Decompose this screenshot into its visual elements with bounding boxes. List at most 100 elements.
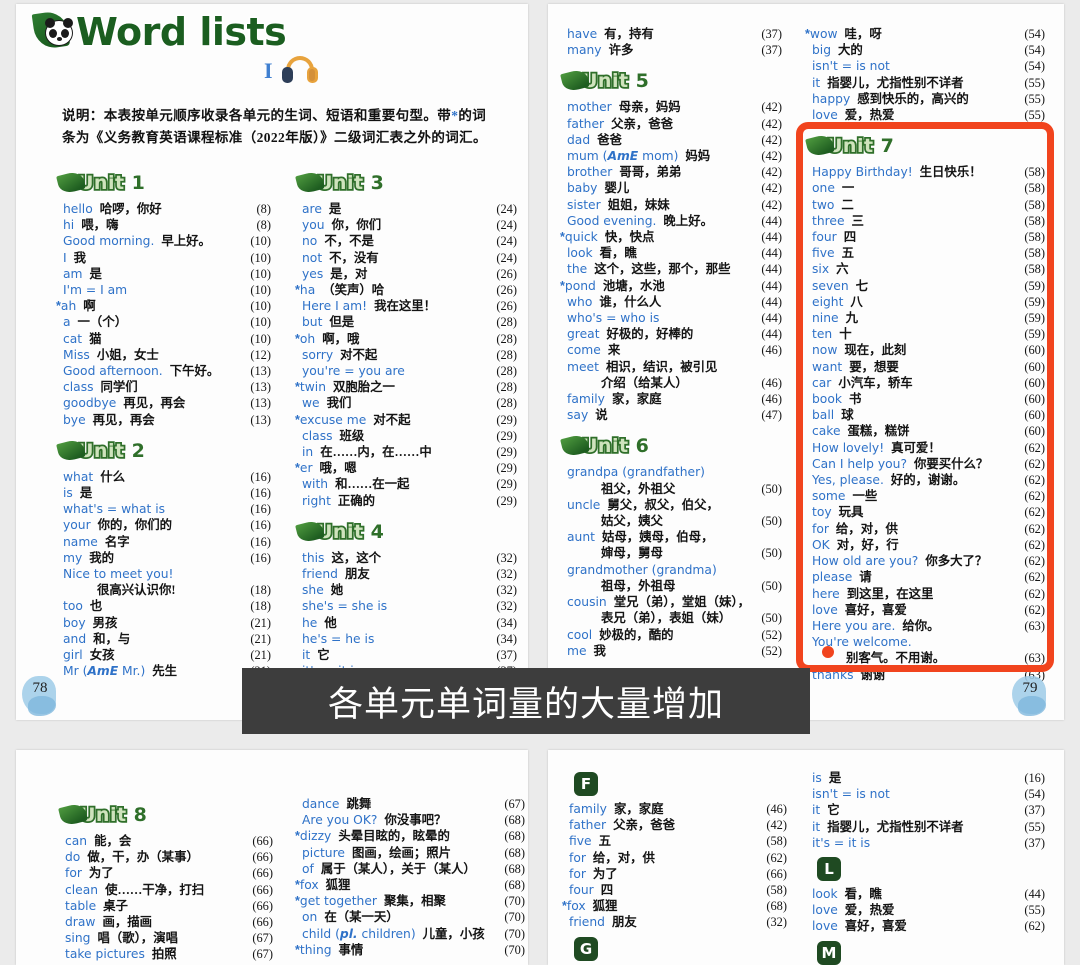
word-chinese: 婴儿 bbox=[604, 181, 630, 196]
asterisk-marker bbox=[805, 213, 812, 229]
word-chinese: 七 bbox=[855, 278, 868, 293]
word-entry: he 他 (34) bbox=[295, 615, 517, 631]
column-unit7: * wow 哇，呀 (54) big 大的 (54) isn't = is not (54) it… bbox=[805, 26, 1045, 683]
word-chinese: 朋友 bbox=[344, 567, 370, 582]
word-chinese: 再见，再会 bbox=[123, 396, 186, 411]
word-page-ref: (66) bbox=[252, 866, 273, 881]
word-english: right bbox=[302, 493, 331, 508]
word-english: OK bbox=[812, 537, 830, 552]
word-english: cake bbox=[812, 424, 841, 439]
page-title-block: Word lists bbox=[31, 9, 288, 56]
word-english: cool bbox=[567, 627, 593, 642]
word-entry: he's = he is (34) bbox=[295, 631, 517, 647]
word-entry: can 能，会 (66) bbox=[58, 833, 273, 849]
word-english: in bbox=[302, 445, 314, 460]
word-page-ref: (28) bbox=[496, 331, 517, 346]
word-english: have bbox=[567, 27, 598, 41]
word-page-ref: (58) bbox=[1024, 197, 1045, 212]
word-english: it bbox=[302, 648, 311, 663]
asterisk-marker bbox=[295, 926, 302, 942]
page-number-right: 79 bbox=[1008, 672, 1052, 718]
word-english: twin bbox=[299, 380, 326, 395]
word-chinese: 为了 bbox=[592, 866, 618, 881]
word-entry: now 现在，此刻 (60) bbox=[805, 342, 1045, 358]
word-page-ref: (62) bbox=[766, 850, 787, 865]
word-entry: it 它 (37) bbox=[805, 802, 1045, 818]
word-english: for bbox=[812, 521, 829, 536]
word-entry: girl 女孩 (21) bbox=[56, 647, 271, 663]
word-english: fox bbox=[299, 878, 319, 893]
asterisk-marker bbox=[805, 472, 812, 488]
word-english: some bbox=[812, 489, 846, 504]
word-english: grandpa (grandfather) bbox=[567, 465, 705, 480]
word-entry: * excuse me 对不起 (29) bbox=[295, 412, 517, 428]
word-entry: bye 再见，再会 (13) bbox=[56, 412, 271, 428]
word-english: one bbox=[812, 181, 835, 196]
word-chinese: 和……在一起 bbox=[335, 477, 410, 492]
word-english: with bbox=[302, 477, 329, 492]
asterisk-marker bbox=[560, 26, 567, 42]
word-entry: sorry 对不起 (28) bbox=[295, 347, 517, 363]
word-entry: friend 朋友 (32) bbox=[562, 914, 787, 930]
word-page-ref: (46) bbox=[761, 392, 782, 407]
asterisk-marker bbox=[295, 566, 302, 582]
word-entry: look 看，瞧 (44) bbox=[805, 886, 1045, 902]
asterisk-marker bbox=[805, 650, 812, 666]
word-page-ref: (58) bbox=[1024, 230, 1045, 245]
asterisk-marker bbox=[805, 107, 812, 123]
word-entry: You're welcome. bbox=[805, 634, 1045, 650]
asterisk-marker bbox=[562, 882, 569, 898]
word-english: bye bbox=[63, 412, 86, 427]
word-page-ref: (13) bbox=[250, 364, 271, 379]
word-entry: is 是 (16) bbox=[805, 770, 1045, 786]
unit-heading-unit6: Unit 6 bbox=[560, 432, 782, 460]
word-chinese: 也 bbox=[89, 599, 103, 614]
word-chinese: 一 bbox=[841, 181, 855, 196]
word-chinese: 做，干，办（某事） bbox=[87, 850, 199, 865]
word-page-ref: (50) bbox=[761, 546, 782, 561]
word-chinese: 正确的 bbox=[337, 493, 376, 508]
word-english: Nice to meet you! bbox=[63, 567, 174, 582]
word-page-ref: (59) bbox=[1024, 311, 1045, 326]
word-english: is bbox=[63, 486, 73, 501]
word-chinese: 别客气。不用谢。 bbox=[846, 651, 946, 666]
word-english: love bbox=[812, 108, 838, 123]
asterisk-marker bbox=[560, 132, 567, 148]
word-entry: Good evening. 晚上好。 (44) bbox=[560, 213, 782, 229]
unit-label: Unit bbox=[580, 434, 630, 460]
word-english: sorry bbox=[302, 347, 334, 362]
word-entry: * er 哦，嗯 (29) bbox=[295, 460, 517, 476]
word-page-ref: (44) bbox=[761, 278, 782, 293]
word-chinese: 八 bbox=[850, 294, 863, 309]
unit-label: Unit bbox=[78, 802, 128, 828]
asterisk-marker bbox=[295, 395, 302, 411]
word-page-ref: (44) bbox=[761, 246, 782, 261]
word-chinese: 小汽车，轿车 bbox=[838, 375, 913, 390]
asterisk-marker bbox=[295, 314, 302, 330]
headphones-icon bbox=[281, 56, 318, 86]
asterisk-marker bbox=[56, 566, 63, 582]
word-chinese: 现在，此刻 bbox=[844, 343, 907, 358]
word-english: it bbox=[812, 75, 821, 90]
asterisk-marker bbox=[295, 647, 302, 663]
index-letter-badge-m: M bbox=[817, 940, 841, 965]
word-chinese: 跳舞 bbox=[346, 797, 372, 811]
word-entry: dad 爸爸 (42) bbox=[560, 132, 782, 148]
word-entry: book 书 (60) bbox=[805, 391, 1045, 407]
word-english: many bbox=[567, 43, 602, 58]
word-page-ref: (46) bbox=[761, 343, 782, 358]
word-entry: cake 蛋糕，糕饼 (60) bbox=[805, 423, 1045, 439]
asterisk-marker bbox=[805, 569, 812, 585]
asterisk-marker bbox=[295, 428, 302, 444]
page-number-right-value: 79 bbox=[1022, 680, 1038, 696]
asterisk-marker bbox=[295, 845, 302, 861]
word-chinese: 啊，哦 bbox=[322, 331, 360, 346]
asterisk-marker bbox=[56, 331, 63, 347]
word-page-ref: (62) bbox=[1024, 537, 1045, 552]
word-entry: * quick 快，快点 (44) bbox=[560, 229, 782, 245]
asterisk-marker bbox=[56, 363, 63, 379]
unit-label: Unit bbox=[76, 170, 126, 196]
word-chinese: 给你。 bbox=[902, 618, 940, 633]
asterisk-marker bbox=[560, 197, 567, 213]
word-entry: two 二 (58) bbox=[805, 197, 1045, 213]
